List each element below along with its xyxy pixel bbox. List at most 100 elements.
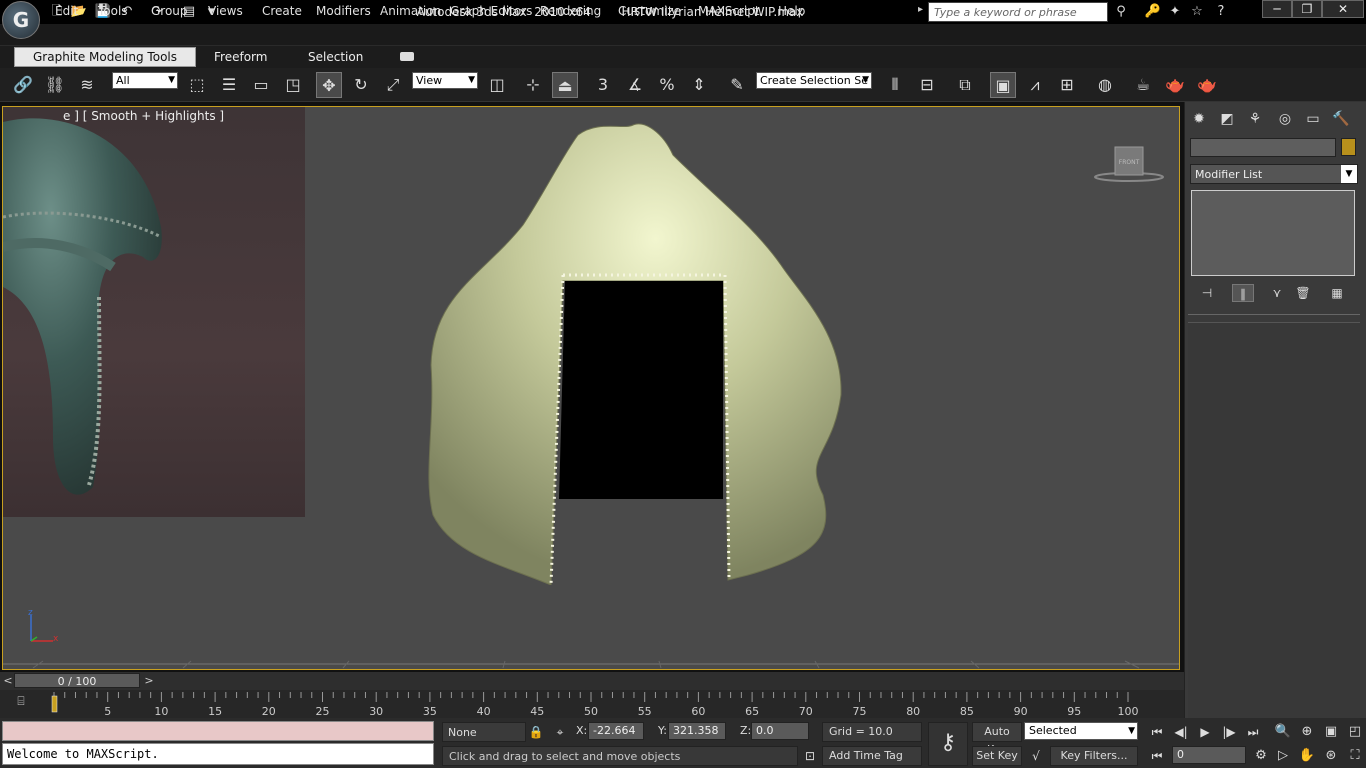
helmet-model[interactable] xyxy=(423,115,853,585)
orbit-icon[interactable]: ⊛ xyxy=(1320,746,1342,766)
object-color-swatch[interactable] xyxy=(1341,138,1356,156)
zoom-icon[interactable]: 🔍 xyxy=(1272,722,1294,742)
modifier-list-dropdown[interactable]: Modifier List ▼ xyxy=(1190,164,1358,184)
pin-stack-icon[interactable]: ⊣ xyxy=(1196,284,1218,302)
create-tab-icon[interactable]: ✹ xyxy=(1188,108,1210,130)
pan-icon[interactable]: ✋ xyxy=(1296,746,1318,766)
tab-freeform[interactable]: Freeform xyxy=(214,48,267,66)
configure-modifier-sets-icon[interactable]: ▦ xyxy=(1326,284,1348,302)
go-to-end-icon[interactable]: ⏭ xyxy=(1242,722,1264,742)
select-object-icon[interactable]: ⬚ xyxy=(184,72,210,98)
menu-help[interactable]: Help xyxy=(778,3,805,19)
menu-rendering[interactable]: Rendering xyxy=(540,3,601,19)
binoculars-icon[interactable]: ⚲ xyxy=(1112,3,1130,20)
tab-selection[interactable]: Selection xyxy=(308,48,363,66)
tab-graphite-modeling-tools[interactable]: Graphite Modeling Tools xyxy=(14,47,196,67)
schematic-view-icon[interactable]: ⊞ xyxy=(1054,72,1080,98)
select-and-link-icon[interactable]: 🔗 xyxy=(10,72,36,98)
maximize-viewport-icon[interactable]: ⛶ xyxy=(1344,746,1366,766)
hierarchy-tab-icon[interactable]: ⚘ xyxy=(1244,108,1266,130)
material-editor-icon[interactable]: ◍ xyxy=(1092,72,1118,98)
time-slider[interactable] xyxy=(0,672,1184,690)
object-name-field[interactable] xyxy=(1190,138,1336,157)
field-of-view-icon[interactable]: ▷ xyxy=(1272,746,1294,766)
z-coord-field[interactable]: 0.0 xyxy=(751,722,809,740)
default-tangent-icon[interactable]: √ xyxy=(1026,746,1046,766)
help-icon[interactable]: ? xyxy=(1212,3,1230,20)
time-tag-icon[interactable]: ⊡ xyxy=(800,746,820,766)
zoom-extents-icon[interactable]: ▣ xyxy=(1320,722,1342,742)
absolute-mode-icon[interactable]: ⌖ xyxy=(550,722,570,742)
key-mode-dropdown[interactable]: Selected ▼ xyxy=(1024,722,1138,740)
menu-edit[interactable]: Edit xyxy=(55,3,78,19)
reference-coordinate-dropdown[interactable]: View ▼ xyxy=(412,72,478,89)
close-button[interactable]: ✕ xyxy=(1322,0,1364,18)
ribbon-minimize-toggle[interactable] xyxy=(400,52,414,61)
menu-graph-editors[interactable]: Graph Editors xyxy=(450,3,532,19)
pivot-center-icon[interactable]: ◫ xyxy=(484,72,510,98)
communication-center-icon[interactable]: ✦ xyxy=(1166,3,1184,20)
quick-render-icon[interactable]: 🫖 xyxy=(1194,72,1220,98)
make-unique-icon[interactable]: ⋎ xyxy=(1266,284,1288,302)
spinner-snap-icon[interactable]: ⇕ xyxy=(686,72,712,98)
x-coord-field[interactable]: -22.664 xyxy=(588,722,644,740)
search-input[interactable]: Type a keyword or phrase xyxy=(928,2,1108,22)
time-slider-frame[interactable]: 0 / 100 xyxy=(14,673,140,688)
mini-curve-editor-icon[interactable]: ⌸ xyxy=(10,694,32,712)
select-and-scale-icon[interactable]: ⤢ xyxy=(380,72,406,98)
selection-lock-icon[interactable]: 🔒 xyxy=(526,722,546,742)
motion-tab-icon[interactable]: ◎ xyxy=(1274,108,1296,130)
utilities-tab-icon[interactable]: 🔨 xyxy=(1330,108,1352,130)
align-icon[interactable]: ⊟ xyxy=(914,72,940,98)
select-manipulate-icon[interactable]: ⊹ xyxy=(520,72,546,98)
modifier-stack[interactable] xyxy=(1191,190,1355,276)
select-by-name-icon[interactable]: ☰ xyxy=(216,72,242,98)
search-expand-icon[interactable]: ▸ xyxy=(918,4,923,15)
edit-named-selection-icon[interactable]: ✎ xyxy=(724,72,750,98)
menu-group[interactable]: Group xyxy=(151,3,188,19)
select-and-rotate-icon[interactable]: ↻ xyxy=(348,72,374,98)
percent-snap-icon[interactable]: % xyxy=(654,72,680,98)
menu-modifiers[interactable]: Modifiers xyxy=(316,3,371,19)
window-crossing-icon[interactable]: ◳ xyxy=(280,72,306,98)
set-key-button[interactable]: Set Key xyxy=(972,746,1022,766)
menu-views[interactable]: Views xyxy=(208,3,243,19)
viewcube[interactable]: FRONT xyxy=(1093,145,1165,185)
maxscript-output[interactable]: Welcome to MAXScript. xyxy=(2,743,434,765)
graphite-toggle-icon[interactable]: ▣ xyxy=(990,72,1016,98)
maxscript-listener-input[interactable] xyxy=(2,721,434,741)
layer-manager-icon[interactable]: ⧉ xyxy=(952,72,978,98)
rectangular-selection-icon[interactable]: ▭ xyxy=(248,72,274,98)
menu-maxscript[interactable]: MAXScript xyxy=(698,3,760,19)
next-key-icon[interactable]: |▶ xyxy=(1218,722,1240,742)
zoom-all-icon[interactable]: ⊕ xyxy=(1296,722,1318,742)
selection-filter-dropdown[interactable]: All ▼ xyxy=(112,72,178,89)
previous-frame-icon[interactable]: < xyxy=(2,673,14,688)
favorites-icon[interactable]: ☆ xyxy=(1188,3,1206,20)
show-end-result-icon[interactable]: ∥ xyxy=(1232,284,1254,302)
key-mode-toggle-icon[interactable]: ⏮ xyxy=(1146,746,1168,766)
curve-editor-icon[interactable]: ⩘ xyxy=(1022,72,1048,98)
menu-customize[interactable]: Customize xyxy=(618,3,681,19)
application-menu-button[interactable]: G xyxy=(2,1,40,39)
rendered-frame-window-icon[interactable]: 🫖 xyxy=(1162,72,1188,98)
remove-modifier-icon[interactable]: 🗑 xyxy=(1292,284,1314,302)
menu-create[interactable]: Create xyxy=(262,3,302,19)
current-frame-field[interactable]: 0 xyxy=(1172,746,1246,764)
named-selection-dropdown[interactable]: Create Selection Se ▼ xyxy=(756,72,872,89)
current-frame-marker[interactable] xyxy=(51,695,58,713)
keyboard-shortcut-override-icon[interactable]: ⏏ xyxy=(552,72,578,98)
render-setup-icon[interactable]: ☕ xyxy=(1130,72,1156,98)
select-and-move-icon[interactable]: ✥ xyxy=(316,72,342,98)
subscription-icon[interactable]: 🔑 xyxy=(1144,3,1162,20)
menu-tools[interactable]: Tools xyxy=(98,3,128,19)
bind-to-space-warp-icon[interactable]: ≋ xyxy=(74,72,100,98)
zoom-extents-all-icon[interactable]: ◰ xyxy=(1344,722,1366,742)
add-time-tag-button[interactable]: Add Time Tag xyxy=(822,746,922,766)
y-coord-field[interactable]: 321.358 xyxy=(668,722,726,740)
set-keys-icon[interactable]: ⚷ xyxy=(928,722,968,766)
maximize-button[interactable]: ❐ xyxy=(1292,0,1322,18)
viewport-label[interactable]: e ] [ Smooth + Highlights ] xyxy=(63,109,224,123)
menu-animation[interactable]: Animation xyxy=(380,3,441,19)
unlink-selection-icon[interactable]: ⛓ xyxy=(42,72,68,98)
